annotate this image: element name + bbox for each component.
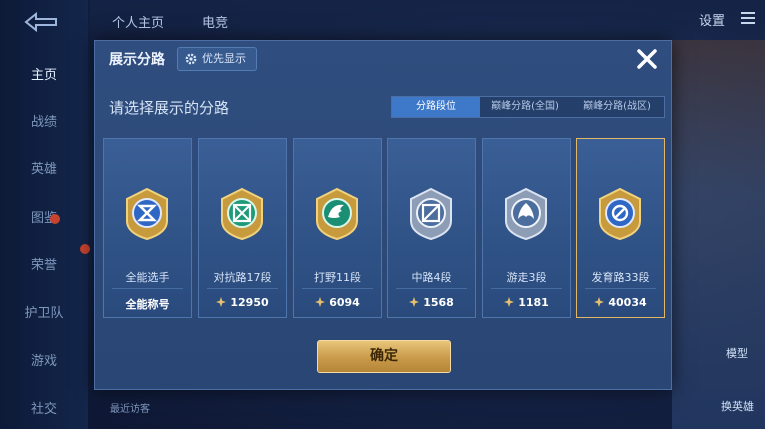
divider bbox=[396, 288, 467, 289]
dialog-title: 展示分路 bbox=[109, 52, 165, 68]
tab-peak-national[interactable]: 巅峰分路(全国) bbox=[480, 97, 570, 117]
lane-card-allround[interactable]: 全能选手 全能称号 bbox=[103, 138, 192, 318]
farm-lane-emblem-icon bbox=[599, 187, 641, 241]
lane-value: 12950 bbox=[199, 296, 286, 309]
close-icon[interactable] bbox=[633, 45, 661, 73]
lane-card-farm[interactable]: 发育路33段 40034 bbox=[576, 138, 665, 318]
allround-emblem-icon bbox=[126, 187, 168, 241]
lane-value-text: 6094 bbox=[329, 296, 360, 309]
nav-item-heroes[interactable]: 英雄 bbox=[0, 158, 88, 177]
lane-value: 1181 bbox=[483, 296, 570, 309]
divider bbox=[491, 288, 562, 289]
lane-type-tabs: 分路段位 巅峰分路(全国) 巅峰分路(战区) bbox=[391, 96, 665, 118]
lane-card-clash[interactable]: 对抗路17段 12950 bbox=[198, 138, 287, 318]
star-points-icon bbox=[216, 297, 227, 307]
model-button[interactable]: 模型 bbox=[726, 345, 748, 361]
lane-display-dialog: 展示分路 优先显示 请选择展示的分路 分路段位 巅峰分路(全国) 巅峰分路(战区… bbox=[94, 40, 672, 390]
confirm-button[interactable]: 确定 bbox=[317, 340, 451, 373]
star-points-icon bbox=[594, 297, 605, 307]
nav-item-social[interactable]: 社交 bbox=[0, 398, 88, 417]
top-tab-esports[interactable]: 电竞 bbox=[202, 12, 228, 31]
lane-value: 全能称号 bbox=[104, 296, 191, 312]
lane-value: 6094 bbox=[294, 296, 381, 309]
star-points-icon bbox=[409, 297, 420, 307]
lane-name: 对抗路17段 bbox=[213, 271, 272, 284]
recent-visitors-label[interactable]: 最近访客 bbox=[110, 400, 150, 415]
nav-item-games[interactable]: 游戏 bbox=[0, 350, 88, 369]
change-hero-button[interactable]: 换英雄 bbox=[721, 398, 754, 414]
side-navigation: 主页 战绩 英雄 图鉴 荣誉 护卫队 游戏 社交 bbox=[0, 0, 90, 429]
star-points-icon bbox=[315, 297, 326, 307]
tab-peak-region[interactable]: 巅峰分路(战区) bbox=[570, 97, 664, 117]
jungle-emblem-icon bbox=[316, 187, 358, 241]
lane-name: 全能选手 bbox=[125, 271, 170, 284]
nav-item-records[interactable]: 战绩 bbox=[0, 111, 88, 130]
lane-name: 发育路33段 bbox=[591, 271, 650, 284]
lane-name: 中路4段 bbox=[411, 271, 452, 284]
back-arrow-icon[interactable] bbox=[22, 10, 62, 34]
lane-value-text: 40034 bbox=[608, 296, 647, 309]
settings-link[interactable]: 设置 bbox=[699, 10, 725, 29]
top-bar: 个人主页 电竞 设置 bbox=[90, 0, 765, 40]
nav-item-codex[interactable]: 图鉴 bbox=[0, 207, 88, 226]
top-tab-profile[interactable]: 个人主页 bbox=[112, 12, 164, 31]
lane-card-roam[interactable]: 游走3段 1181 bbox=[482, 138, 571, 318]
lane-value-text: 全能称号 bbox=[125, 298, 170, 311]
lane-value-text: 12950 bbox=[230, 296, 269, 309]
tab-lane-rank[interactable]: 分路段位 bbox=[392, 97, 480, 117]
nav-item-home[interactable]: 主页 bbox=[0, 64, 88, 83]
divider bbox=[585, 288, 656, 289]
hero-background-art bbox=[672, 40, 765, 429]
gear-icon bbox=[185, 53, 197, 65]
divider bbox=[207, 288, 278, 289]
divider bbox=[112, 288, 183, 289]
dialog-header: 展示分路 优先显示 bbox=[95, 41, 671, 75]
dialog-subtitle: 请选择展示的分路 bbox=[109, 99, 230, 117]
priority-display-button[interactable]: 优先显示 bbox=[177, 47, 257, 71]
clash-lane-emblem-icon bbox=[221, 187, 263, 241]
lane-value-text: 1568 bbox=[423, 296, 454, 309]
notification-dot bbox=[80, 244, 90, 254]
lane-name: 打野11段 bbox=[314, 271, 361, 284]
lane-card-jungle[interactable]: 打野11段 6094 bbox=[293, 138, 382, 318]
roam-emblem-icon bbox=[505, 187, 547, 241]
lane-value-text: 1181 bbox=[518, 296, 549, 309]
notification-dot bbox=[50, 214, 60, 224]
nav-item-guard[interactable]: 护卫队 bbox=[0, 302, 88, 321]
nav-item-honor[interactable]: 荣誉 bbox=[0, 254, 88, 273]
menu-icon[interactable] bbox=[741, 12, 755, 27]
mid-lane-emblem-icon bbox=[410, 187, 452, 241]
priority-display-label: 优先显示 bbox=[202, 52, 246, 65]
lane-value: 40034 bbox=[577, 296, 664, 309]
lane-name: 游走3段 bbox=[506, 271, 547, 284]
star-points-icon bbox=[504, 297, 515, 307]
divider bbox=[302, 288, 373, 289]
lane-card-mid[interactable]: 中路4段 1568 bbox=[387, 138, 476, 318]
lane-value: 1568 bbox=[388, 296, 475, 309]
